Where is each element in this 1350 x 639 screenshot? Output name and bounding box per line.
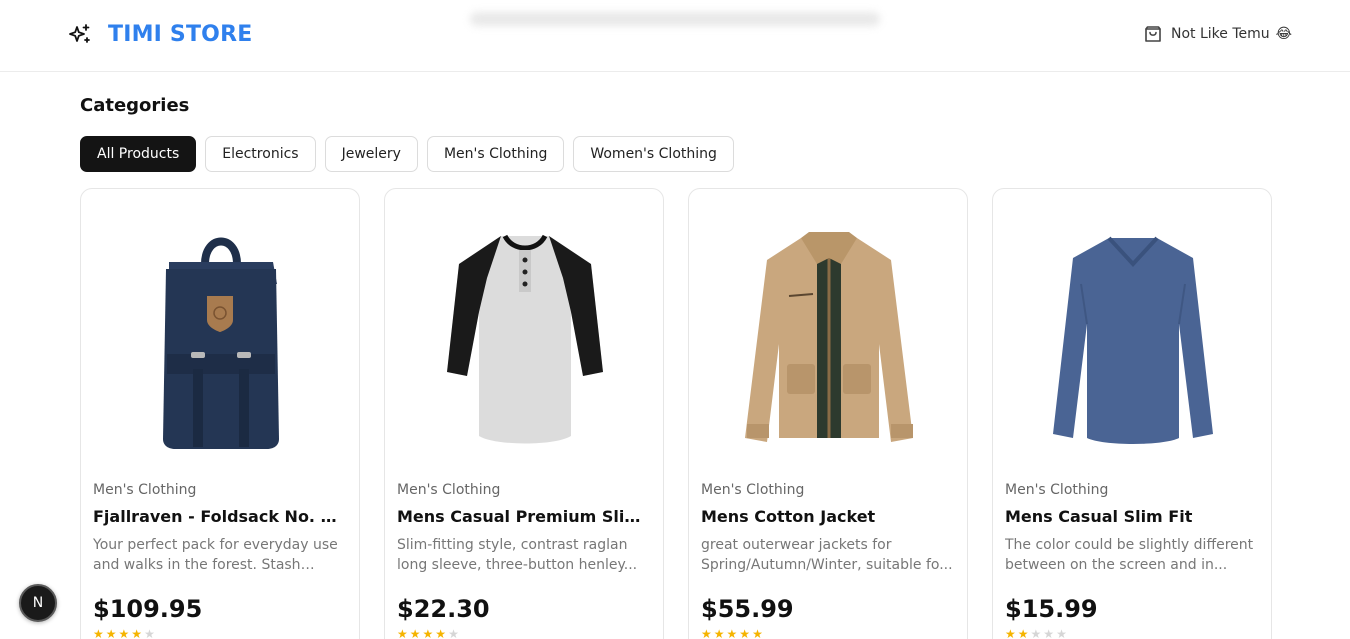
product-category: Men's Clothing [93, 482, 197, 498]
product-rating: ★ ★ ★ ★ ★ [397, 627, 651, 639]
product-image [689, 219, 967, 459]
chip-electronics[interactable]: Electronics [205, 136, 316, 172]
category-filters: All Products Electronics Jewelery Men's … [80, 136, 734, 172]
star-icon: ★ [713, 627, 725, 639]
tagline-text: Not Like Temu [1171, 26, 1270, 42]
product-image [81, 219, 359, 459]
product-rating: ★ ★ ★ ★ ★ [701, 627, 955, 639]
star-icon: ★ [1043, 627, 1055, 639]
slim-fit-shirt-image [1053, 236, 1213, 444]
star-icon: ★ [105, 627, 117, 639]
product-price: $22.30 [397, 595, 490, 623]
product-grid: Men's Clothing Fjallraven - Foldsack No.… [80, 188, 1272, 639]
header-tagline[interactable]: Not Like Temu 😂 [1143, 24, 1292, 44]
star-icon: ★ [131, 627, 143, 639]
product-description: Your perfect pack for everyday use and w… [93, 537, 338, 573]
product-card[interactable]: Men's Clothing Mens Casual Slim Fit The … [992, 188, 1272, 639]
star-icon: ★ [422, 627, 434, 639]
product-title[interactable]: Mens Cotton Jacket [701, 507, 955, 526]
laughing-emoji-icon: 😂 [1275, 26, 1292, 42]
chip-all-products[interactable]: All Products [80, 136, 197, 172]
product-title[interactable]: Mens Casual Premium Slim Fi... [397, 507, 651, 526]
top-header: TIMI STORE Not Like Temu 😂 [0, 0, 1350, 72]
star-icon: ★ [448, 627, 459, 639]
product-card[interactable]: Men's Clothing Mens Casual Premium Slim … [384, 188, 664, 639]
star-icon: ★ [93, 627, 104, 639]
brand[interactable]: TIMI STORE [68, 22, 252, 47]
product-title[interactable]: Mens Casual Slim Fit [1005, 507, 1259, 526]
star-icon: ★ [1056, 627, 1067, 639]
star-icon: ★ [752, 627, 763, 639]
product-rating: ★ ★ ★ ★ ★ [93, 627, 347, 639]
product-description: Slim-fitting style, contrast raglan long… [397, 537, 638, 573]
product-price: $55.99 [701, 595, 794, 623]
backpack-image [163, 237, 279, 449]
product-category: Men's Clothing [701, 482, 805, 498]
product-category: Men's Clothing [1005, 482, 1109, 498]
brand-name: TIMI STORE [108, 22, 253, 47]
dev-tools-badge[interactable]: N [19, 584, 57, 622]
chip-womens-clothing[interactable]: Women's Clothing [573, 136, 734, 172]
product-price: $15.99 [1005, 595, 1098, 623]
star-icon: ★ [726, 627, 738, 639]
product-rating: ★ ★ ★ ★ ★ [1005, 627, 1259, 639]
product-image [993, 219, 1271, 459]
star-icon: ★ [701, 627, 712, 639]
product-image [385, 219, 663, 459]
product-card[interactable]: Men's Clothing Mens Cotton Jacket great … [688, 188, 968, 639]
star-icon: ★ [144, 627, 155, 639]
star-icon: ★ [739, 627, 751, 639]
blurred-nav [470, 12, 880, 26]
product-category: Men's Clothing [397, 482, 501, 498]
categories-title: Categories [80, 95, 190, 116]
star-icon: ★ [1005, 627, 1016, 639]
product-card[interactable]: Men's Clothing Fjallraven - Foldsack No.… [80, 188, 360, 639]
star-icon: ★ [435, 627, 447, 639]
cotton-jacket-image [745, 232, 913, 442]
product-description: great outerwear jackets for Spring/Autum… [701, 537, 953, 573]
star-icon: ★ [118, 627, 130, 639]
chip-jewelery[interactable]: Jewelery [324, 136, 418, 172]
product-description: The color could be slightly different be… [1005, 537, 1254, 573]
star-icon: ★ [1017, 627, 1029, 639]
sparkles-icon [68, 23, 92, 47]
raglan-shirt-image [447, 234, 603, 444]
chip-mens-clothing[interactable]: Men's Clothing [426, 136, 565, 172]
shopping-bag-icon [1143, 24, 1163, 44]
star-icon: ★ [409, 627, 421, 639]
star-icon: ★ [1030, 627, 1042, 639]
star-icon: ★ [397, 627, 408, 639]
product-price: $109.95 [93, 595, 203, 623]
product-title[interactable]: Fjallraven - Foldsack No. 1... [93, 507, 347, 526]
